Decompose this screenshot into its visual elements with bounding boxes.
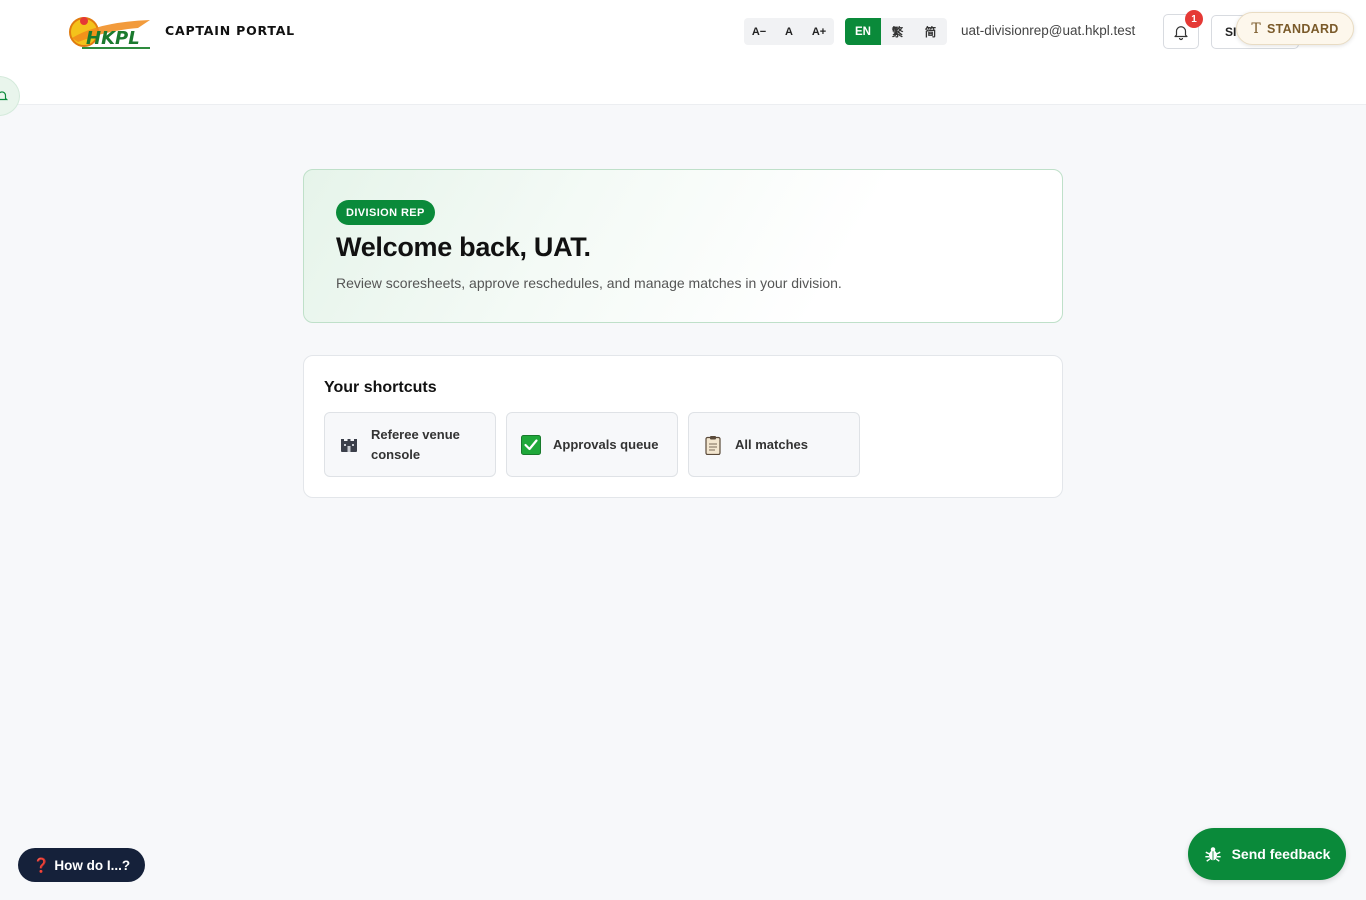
shortcuts-card: Your shortcuts Referee venue console App… [303,355,1063,498]
shortcut-all-matches[interactable]: All matches [688,412,860,477]
question-icon: ❓ [32,856,51,873]
lang-traditional-button[interactable]: 繁 [881,18,914,45]
text-size-icon: T [1251,20,1262,37]
welcome-title: Welcome back, UAT. [336,232,591,262]
user-email: uat-divisionrep@uat.hkpl.test [961,23,1136,38]
font-size-controls: A− A A+ [744,18,834,45]
shortcut-label: Approvals queue [553,436,659,452]
welcome-card: DIVISION REP Welcome back, UAT. Review s… [303,169,1063,323]
logo-text: HKPL [86,28,140,49]
portal-title: CAPTAIN PORTAL [165,23,295,38]
shortcut-label: Referee venue console [371,426,460,462]
how-do-i-button[interactable]: ❓ How do I...? [18,848,145,882]
bug-icon [1204,847,1221,862]
send-feedback-label: Send feedback [1231,846,1331,862]
lang-en-button[interactable]: EN [845,18,881,45]
bell-icon [0,91,9,101]
font-decrease-button[interactable]: A− [744,18,774,45]
display-mode-toggle[interactable]: T STANDARD [1236,12,1354,45]
shortcuts-title: Your shortcuts [324,379,437,396]
hkpl-logo[interactable]: HKPL [68,12,152,52]
language-switcher: EN 繁 简 [845,18,947,45]
how-do-i-label: How do I...? [54,857,131,873]
lang-simplified-button[interactable]: 简 [914,18,947,45]
display-mode-label: STANDARD [1267,21,1339,36]
top-bar: HKPL CAPTAIN PORTAL A− A A+ EN 繁 简 uat-d… [0,0,1366,105]
font-increase-button[interactable]: A+ [804,18,834,45]
checkbox-icon [521,434,541,455]
welcome-subtitle: Review scoresheets, approve reschedules,… [336,275,842,291]
clipboard-icon [703,435,723,455]
font-reset-button[interactable]: A [774,18,804,45]
shortcut-approvals-queue[interactable]: Approvals queue [506,412,678,477]
shortcut-label: All matches [735,436,808,452]
role-badge: DIVISION REP [336,200,435,225]
stadium-icon [339,435,359,455]
send-feedback-button[interactable]: Send feedback [1188,828,1346,880]
shortcut-referee-venue-console[interactable]: Referee venue console [324,412,496,477]
notification-count-badge: 1 [1185,10,1203,28]
